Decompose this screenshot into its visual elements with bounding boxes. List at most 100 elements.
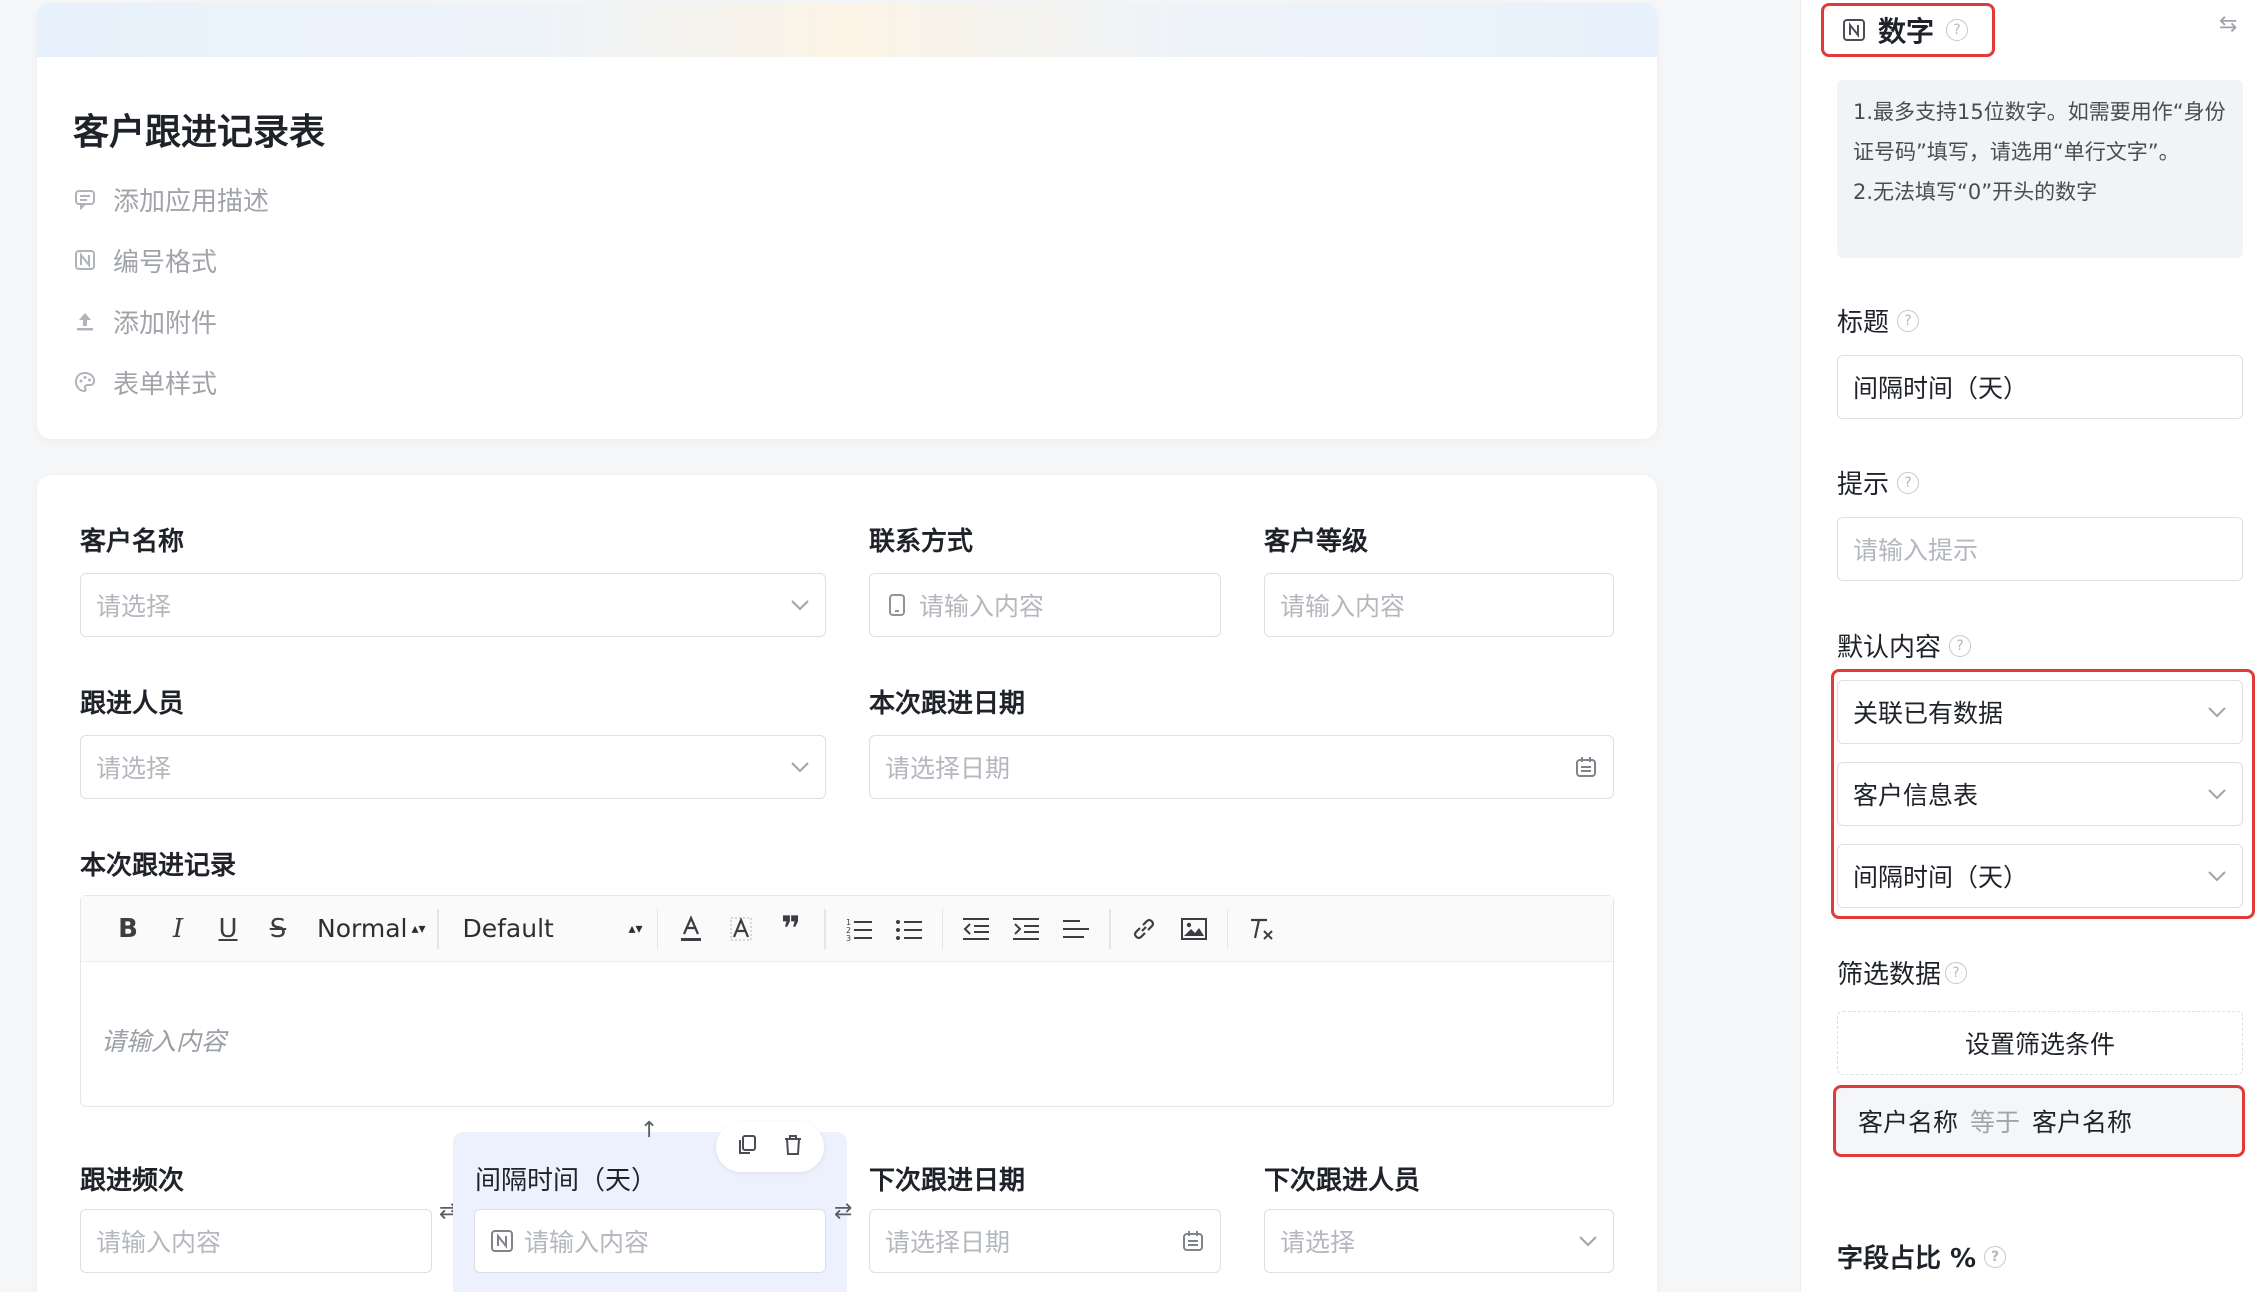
follow-date-label: 本次跟进日期 — [869, 689, 1026, 719]
hint-input[interactable]: 请输入提示 — [1837, 517, 2243, 581]
number-format-label: 编号格式 — [113, 247, 218, 278]
interval-input[interactable]: 请输入内容 — [474, 1209, 826, 1273]
toolbar-divider — [1109, 908, 1111, 949]
blockquote-icon[interactable]: ❞ — [766, 909, 816, 949]
form-style-item[interactable]: 表单样式 — [73, 362, 217, 402]
rich-text-editor[interactable]: B I U S Normal ▴▾ Default ▴▾ ❞ 123 请输入内容 — [80, 895, 1614, 1107]
contact-label: 联系方式 — [869, 527, 974, 557]
link-icon[interactable] — [1119, 909, 1169, 949]
palette-icon — [73, 370, 97, 394]
underline-button[interactable]: U — [203, 909, 253, 949]
default-mode-select[interactable]: 关联已有数据 — [1837, 680, 2243, 744]
field-actions — [716, 1122, 824, 1172]
next-person-placeholder: 请选择 — [1280, 1228, 1356, 1257]
interval-placeholder: 请输入内容 — [524, 1228, 650, 1257]
title-label-text: 标题 — [1837, 308, 1890, 338]
field-properties-panel: 数字 ? ⇆ 1.最多支持15位数字。如需要用作“身份证号码”填写，请选用“单行… — [1800, 0, 2264, 1292]
chevron-down-icon — [791, 600, 809, 611]
swap-icon[interactable]: ⇄ — [834, 1199, 852, 1224]
next-date-placeholder: 请选择日期 — [885, 1228, 1011, 1257]
form-body-card: 客户名称 请选择 联系方式 请输入内容 客户等级 请输入内容 跟进人员 请选择 … — [37, 475, 1657, 1292]
image-icon[interactable] — [1169, 909, 1219, 949]
chevron-down-icon — [1579, 1236, 1597, 1247]
background-color-icon[interactable] — [716, 909, 766, 949]
default-label-text: 默认内容 — [1837, 633, 1942, 663]
ratio-label-text: 字段占比 % — [1837, 1244, 1977, 1274]
condition-right: 客户名称 — [2032, 1108, 2133, 1137]
filter-setting-label: 筛选数据 ? — [1837, 954, 1968, 991]
follower-select[interactable]: 请选择 — [80, 735, 826, 799]
toolbar-divider — [656, 908, 658, 949]
add-description-label: 添加应用描述 — [113, 186, 270, 217]
customer-name-select[interactable]: 请选择 — [80, 573, 826, 637]
strikethrough-button[interactable]: S — [253, 909, 303, 949]
customer-level-input[interactable]: 请输入内容 — [1264, 573, 1614, 637]
next-person-label: 下次跟进人员 — [1264, 1166, 1421, 1196]
follow-date-picker[interactable]: 请选择日期 — [869, 735, 1614, 799]
set-filter-label: 设置筛选条件 — [1964, 1030, 2115, 1059]
customer-name-label: 客户名称 — [80, 527, 185, 557]
chevron-down-icon — [2208, 707, 2226, 718]
hint-placeholder: 请输入提示 — [1853, 536, 1979, 565]
default-field-value: 间隔时间（天） — [1853, 863, 2029, 892]
add-description-item[interactable]: 添加应用描述 — [73, 179, 269, 219]
follower-label: 跟进人员 — [80, 689, 185, 719]
switch-type-icon[interactable]: ⇆ — [2219, 12, 2237, 37]
frequency-input[interactable]: 请输入内容 — [80, 1209, 432, 1273]
customer-level-placeholder: 请输入内容 — [1280, 592, 1406, 621]
header-size-select[interactable]: Normal ▴▾ — [317, 909, 429, 949]
indent-icon[interactable] — [1001, 909, 1051, 949]
header-banner — [37, 3, 1657, 57]
copy-icon[interactable] — [735, 1133, 759, 1161]
outdent-icon[interactable] — [951, 909, 1001, 949]
number-format-item[interactable]: 编号格式 — [73, 240, 217, 280]
add-attachment-item[interactable]: 添加附件 — [73, 301, 217, 341]
ordered-list-icon[interactable]: 123 — [834, 909, 884, 949]
delete-icon[interactable] — [781, 1133, 805, 1161]
next-date-label: 下次跟进日期 — [869, 1166, 1026, 1196]
help-icon[interactable]: ? — [1946, 19, 1969, 41]
next-date-picker[interactable]: 请选择日期 — [869, 1209, 1221, 1273]
form-style-label: 表单样式 — [113, 369, 218, 400]
interval-label: 间隔时间（天） — [475, 1166, 658, 1196]
customer-level-label: 客户等级 — [1264, 527, 1369, 557]
toolbar-divider — [824, 908, 826, 949]
help-icon[interactable]: ? — [1945, 961, 1968, 984]
notice-line-1: 1.最多支持15位数字。如需要用作“身份证号码”填写，请选用“单行文字”。 — [1853, 100, 2226, 164]
italic-button[interactable]: I — [153, 909, 203, 949]
font-select[interactable]: Default ▴▾ — [463, 909, 649, 949]
font-value: Default — [462, 914, 554, 943]
form-title[interactable]: 客户跟进记录表 — [73, 103, 325, 155]
bullet-list-icon[interactable] — [884, 909, 934, 949]
align-icon[interactable] — [1051, 909, 1101, 949]
help-icon[interactable]: ? — [1984, 1245, 2007, 1268]
move-up-icon[interactable]: ↑ — [640, 1118, 658, 1143]
field-notice: 1.最多支持15位数字。如需要用作“身份证号码”填写，请选用“单行文字”。 2.… — [1837, 80, 2243, 258]
default-table-select[interactable]: 客户信息表 — [1837, 762, 2243, 826]
clear-format-icon[interactable] — [1236, 909, 1286, 949]
follow-date-placeholder: 请选择日期 — [885, 754, 1011, 783]
title-setting-label: 标题 ? — [1837, 302, 1920, 339]
default-setting-label: 默认内容 ? — [1837, 627, 1972, 664]
title-input[interactable]: 间隔时间（天） — [1837, 355, 2243, 419]
bold-button[interactable]: B — [103, 909, 153, 949]
text-color-icon[interactable] — [666, 909, 716, 949]
default-field-select[interactable]: 间隔时间（天） — [1837, 844, 2243, 908]
next-person-select[interactable]: 请选择 — [1264, 1209, 1614, 1273]
editor-toolbar: B I U S Normal ▴▾ Default ▴▾ ❞ 123 — [81, 896, 1613, 962]
phone-icon — [889, 594, 905, 616]
filter-condition[interactable]: 客户名称 等于 客户名称 — [1833, 1085, 2245, 1157]
filter-label-text: 筛选数据 — [1837, 960, 1942, 990]
help-icon[interactable]: ? — [1949, 634, 1972, 657]
help-icon[interactable]: ? — [1897, 471, 1920, 494]
ratio-setting-label: 字段占比 % ? — [1837, 1238, 2007, 1275]
contact-input[interactable]: 请输入内容 — [869, 573, 1221, 637]
number-icon — [491, 1230, 513, 1252]
set-filter-button[interactable]: 设置筛选条件 — [1837, 1011, 2243, 1075]
help-icon[interactable]: ? — [1897, 309, 1920, 332]
updown-icon: ▴▾ — [628, 920, 643, 937]
chevron-down-icon — [2208, 871, 2226, 882]
calendar-icon — [1183, 1231, 1203, 1251]
chevron-down-icon — [2208, 789, 2226, 800]
upload-icon — [73, 309, 97, 333]
